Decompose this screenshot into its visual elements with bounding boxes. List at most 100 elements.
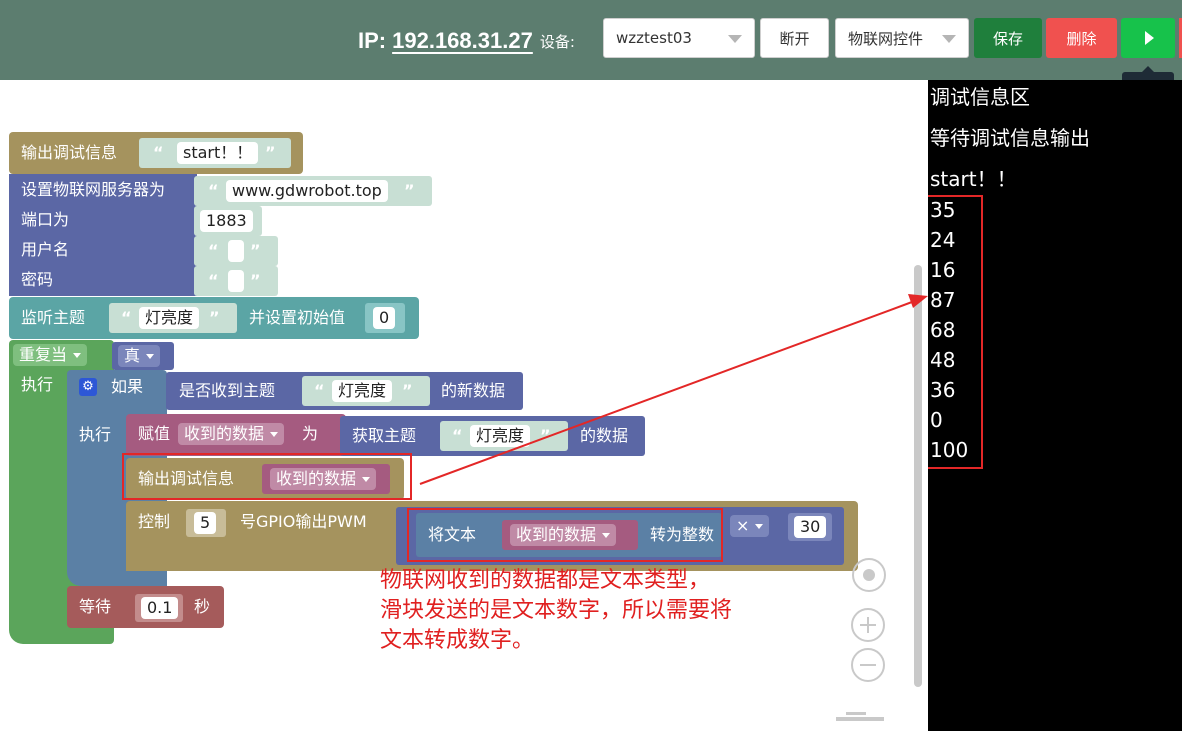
variable-name: 收到的数据 — [184, 424, 265, 443]
debug-line: start！！ — [930, 167, 1017, 191]
gpio-value[interactable]: 5 — [194, 512, 217, 534]
variable-dropdown[interactable]: 收到的数据 — [178, 423, 285, 445]
debug-panel: 调试信息区 等待调试信息输出 start！！ 35 24 16 87 68 48… — [921, 80, 1182, 731]
delete-button[interactable]: 删除 — [1046, 18, 1117, 58]
init-number-block[interactable]: 0 — [365, 303, 405, 333]
topic-value[interactable]: 灯亮度 — [332, 380, 393, 402]
wait-value[interactable]: 0.1 — [141, 597, 179, 619]
server-string-block[interactable]: “ www.gdwrobot.top ” — [194, 176, 432, 206]
wait-number-block[interactable]: 0.1 — [135, 594, 183, 622]
quote-close: ” — [250, 241, 261, 260]
quote-open: “ — [153, 143, 164, 162]
convert-highlight-box — [407, 508, 723, 562]
boolean-true-block[interactable]: 真 — [112, 342, 174, 370]
quote-open: “ — [208, 181, 219, 200]
if-do-label: 执行 — [79, 425, 112, 444]
quote-close: ” — [540, 426, 551, 445]
repeat-label: 重复当 — [19, 345, 68, 364]
assign-variable-block[interactable]: 赋值 收到的数据 为 — [126, 414, 346, 456]
chevron-down-icon — [755, 524, 764, 529]
true-dropdown[interactable]: 真 — [118, 345, 161, 367]
get-topic-label: 获取主题 — [352, 426, 417, 445]
as-label: 为 — [302, 424, 319, 443]
top-toolbar: IP: 192.168.31.27 设备: wzztest03 断开 物联网控件… — [0, 0, 1182, 80]
ip-label: IP: — [358, 28, 387, 53]
controls-select-value: 物联网控件 — [848, 29, 924, 48]
do-label: 执行 — [21, 375, 54, 394]
trash-icon[interactable] — [836, 712, 884, 731]
set-iot-server-block[interactable]: 设置物联网服务器为 端口为 用户名 密码 — [9, 174, 197, 296]
zoom-out-icon[interactable] — [851, 648, 885, 682]
debug-waiting: 等待调试信息输出 — [930, 126, 1090, 150]
username-value[interactable] — [228, 240, 244, 262]
subscribe-label: 监听主题 — [21, 308, 86, 327]
if-label: 如果 — [111, 377, 144, 396]
control-label: 控制 — [138, 512, 171, 531]
get-topic-data-block[interactable]: 获取主题 “ 灯亮度 ” 的数据 — [340, 416, 645, 456]
string-value[interactable]: start！！ — [177, 142, 259, 164]
device-select-value: wzztest03 — [616, 29, 692, 47]
recenter-icon[interactable] — [852, 558, 886, 592]
repeat-mode-dropdown[interactable]: 重复当 — [13, 344, 88, 366]
port-value[interactable]: 1883 — [200, 210, 253, 232]
new-data-label: 的新数据 — [441, 381, 506, 400]
string-block[interactable]: “ start！！ ” — [139, 138, 291, 168]
quote-close: ” — [404, 181, 415, 200]
wait-block[interactable]: 等待 0.1 秒 — [67, 586, 224, 628]
chevron-down-icon — [73, 353, 82, 358]
subscribe-topic-block[interactable]: 监听主题 “ 灯亮度 ” 并设置初始值 0 — [9, 297, 419, 339]
chevron-down-icon — [728, 35, 742, 43]
multiplier-number-block[interactable]: 30 — [788, 513, 832, 541]
multiplier-value[interactable]: 30 — [794, 516, 827, 538]
port-label: 端口为 — [21, 210, 70, 229]
save-button[interactable]: 保存 — [974, 18, 1042, 58]
print-debug-block[interactable]: 输出调试信息 “ start！！ ” — [9, 132, 303, 174]
device-select[interactable]: wzztest03 — [603, 18, 755, 58]
topic-string-block[interactable]: “ 灯亮度 ” — [302, 376, 430, 406]
values-highlight-box — [921, 195, 983, 469]
password-label: 密码 — [21, 270, 54, 289]
password-value[interactable] — [228, 270, 244, 292]
username-string-block[interactable]: “ ” — [194, 236, 278, 266]
blockly-workspace[interactable]: 输出调试信息 “ start！！ ” 设置物联网服务器为 端口为 用户名 密码 … — [0, 80, 928, 731]
server-value[interactable]: www.gdwrobot.top — [226, 180, 388, 202]
port-number-block[interactable]: 1883 — [194, 206, 262, 236]
received-question-label: 是否收到主题 — [179, 381, 276, 400]
quote-open: “ — [208, 271, 219, 290]
ip-address[interactable]: 192.168.31.27 — [392, 28, 533, 54]
quote-close: ” — [209, 308, 220, 327]
seconds-label: 秒 — [194, 597, 211, 616]
print-label: 输出调试信息 — [21, 143, 118, 162]
ip-display: IP: 192.168.31.27 设备: — [358, 26, 575, 56]
init-value-label: 并设置初始值 — [249, 308, 346, 327]
gear-icon[interactable]: ⚙ — [79, 378, 97, 396]
quote-open: “ — [314, 381, 325, 400]
topic-value[interactable]: 灯亮度 — [139, 307, 200, 329]
chevron-down-icon — [942, 35, 956, 43]
zoom-in-icon[interactable] — [851, 608, 885, 642]
password-string-block[interactable]: “ ” — [194, 266, 278, 296]
quote-close: ” — [250, 271, 261, 290]
chevron-down-icon — [270, 432, 279, 437]
gpio-label: 号GPIO输出PWM — [240, 512, 367, 531]
topic-string-block[interactable]: “ 灯亮度 ” — [440, 421, 568, 451]
topic-value[interactable]: 灯亮度 — [470, 425, 531, 447]
disconnect-button[interactable]: 断开 — [760, 18, 829, 58]
quote-close: ” — [265, 143, 276, 162]
data-of-label: 的数据 — [580, 426, 629, 445]
topic-string-block[interactable]: “ 灯亮度 ” — [109, 303, 237, 333]
is-topic-received-block[interactable]: 是否收到主题 “ 灯亮度 ” 的新数据 — [166, 372, 523, 410]
vertical-scrollbar[interactable] — [914, 265, 922, 687]
operator-symbol: × — [736, 516, 750, 535]
init-value[interactable]: 0 — [373, 307, 396, 329]
controls-select[interactable]: 物联网控件 — [835, 18, 969, 58]
annotation-text: 物联网收到的数据都是文本类型， 滑块发送的是文本数字，所以需要将 文本转成数字。 — [380, 568, 733, 653]
true-label: 真 — [124, 346, 141, 365]
gpio-number-block[interactable]: 5 — [186, 509, 226, 537]
operator-dropdown[interactable]: × — [730, 515, 770, 537]
username-label: 用户名 — [21, 240, 70, 259]
quote-open: “ — [208, 241, 219, 260]
quote-open: “ — [121, 308, 132, 327]
run-button[interactable] — [1121, 18, 1175, 58]
quote-close: ” — [402, 381, 413, 400]
